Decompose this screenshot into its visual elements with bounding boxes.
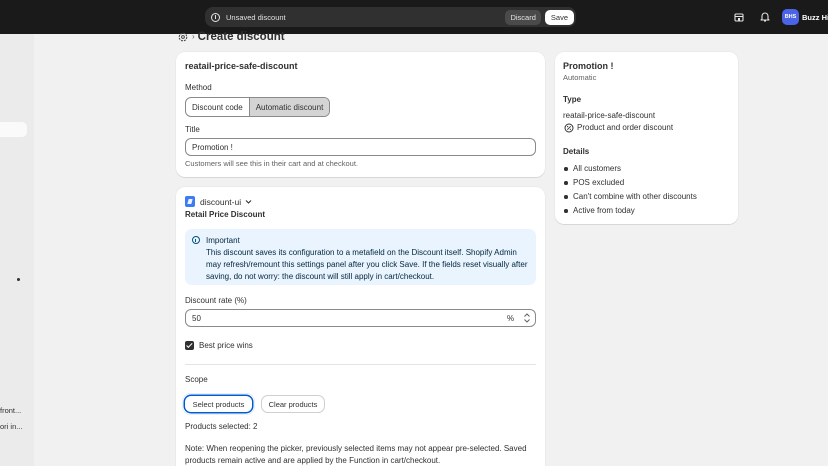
method-option-automatic[interactable]: Automatic discount bbox=[248, 98, 330, 116]
method-label: Method bbox=[185, 83, 212, 92]
list-item: Active from today bbox=[563, 204, 697, 218]
method-option-discount-code[interactable]: Discount code bbox=[186, 98, 249, 116]
details-list: All customers POS excluded Can't combine… bbox=[563, 162, 697, 218]
app-name[interactable]: discount-ui bbox=[200, 197, 241, 207]
best-price-label: Best price wins bbox=[199, 341, 253, 350]
discount-rate-field[interactable]: 50 bbox=[185, 309, 536, 327]
summary-title: Promotion ! bbox=[563, 61, 614, 71]
discount-icon[interactable] bbox=[178, 32, 188, 42]
shop-name[interactable]: Buzz Hi bbox=[802, 13, 828, 22]
info-icon bbox=[211, 12, 220, 22]
store-icon[interactable] bbox=[734, 12, 744, 22]
sidebar-item-snippet[interactable]: front... bbox=[0, 406, 21, 415]
sidebar: front... ori in... bbox=[0, 34, 34, 466]
list-item: POS excluded bbox=[563, 176, 697, 190]
method-segmented-control: Discount code Automatic discount bbox=[185, 97, 331, 117]
select-products-button[interactable]: Select products bbox=[185, 396, 252, 412]
products-selected-count: Products selected: 2 bbox=[185, 422, 258, 431]
info-icon bbox=[192, 236, 200, 244]
page-title: Create discount bbox=[197, 30, 285, 43]
section-divider bbox=[185, 364, 536, 365]
discount-name: reatail-price-safe-discount bbox=[185, 61, 298, 71]
banner-content: Important This discount saves its config… bbox=[206, 235, 528, 283]
avatar[interactable]: BHS bbox=[782, 9, 799, 25]
banner-text: This discount saves its configuration to… bbox=[206, 248, 528, 281]
percent-suffix: % bbox=[507, 314, 515, 323]
picker-note: Note: When reopening the picker, previou… bbox=[185, 444, 527, 465]
top-bar: Unsaved discount Discard Save BHS Buzz H… bbox=[0, 0, 828, 34]
sidebar-dot-indicator bbox=[17, 278, 20, 281]
list-item: Can't combine with other discounts bbox=[563, 190, 697, 204]
list-item: All customers bbox=[563, 162, 697, 176]
title-field-value: Promotion ! bbox=[192, 142, 233, 152]
discount-rate-label: Discount rate (%) bbox=[185, 296, 247, 305]
chevron-down-icon[interactable] bbox=[245, 199, 252, 205]
bell-icon[interactable] bbox=[760, 11, 770, 22]
breadcrumb: › Create discount bbox=[178, 30, 285, 43]
unsaved-title: Unsaved discount bbox=[226, 12, 286, 22]
discount-icon bbox=[564, 123, 574, 133]
clear-products-button[interactable]: Clear products bbox=[262, 396, 324, 412]
discard-button[interactable]: Discard bbox=[505, 9, 541, 25]
title-help-text: Customers will see this in their cart an… bbox=[185, 159, 358, 168]
sidebar-item-selected[interactable] bbox=[0, 122, 27, 137]
summary-subtitle: Automatic bbox=[563, 73, 597, 82]
app-heading: Retail Price Discount bbox=[185, 210, 266, 219]
unsaved-changes-bar: Unsaved discount Discard Save bbox=[205, 7, 576, 27]
type-heading: Type bbox=[563, 95, 582, 104]
number-stepper-icon[interactable] bbox=[521, 311, 533, 325]
save-button[interactable]: Save bbox=[544, 9, 574, 25]
scope-label: Scope bbox=[185, 375, 208, 384]
title-field[interactable]: Promotion ! bbox=[185, 138, 536, 156]
important-banner: Important This discount saves its config… bbox=[185, 229, 536, 285]
banner-title: Important bbox=[206, 236, 240, 245]
sidebar-item-snippet[interactable]: ori in... bbox=[0, 422, 23, 431]
type-name: reatail-price-safe-discount bbox=[563, 111, 656, 120]
details-heading: Details bbox=[563, 147, 590, 156]
chevron-right-icon: › bbox=[192, 32, 195, 41]
best-price-checkbox[interactable] bbox=[185, 341, 194, 350]
title-label: Title bbox=[185, 125, 200, 134]
type-kind: Product and order discount bbox=[577, 123, 674, 132]
app-icon bbox=[185, 196, 195, 207]
discount-rate-value: 50 bbox=[192, 313, 201, 323]
